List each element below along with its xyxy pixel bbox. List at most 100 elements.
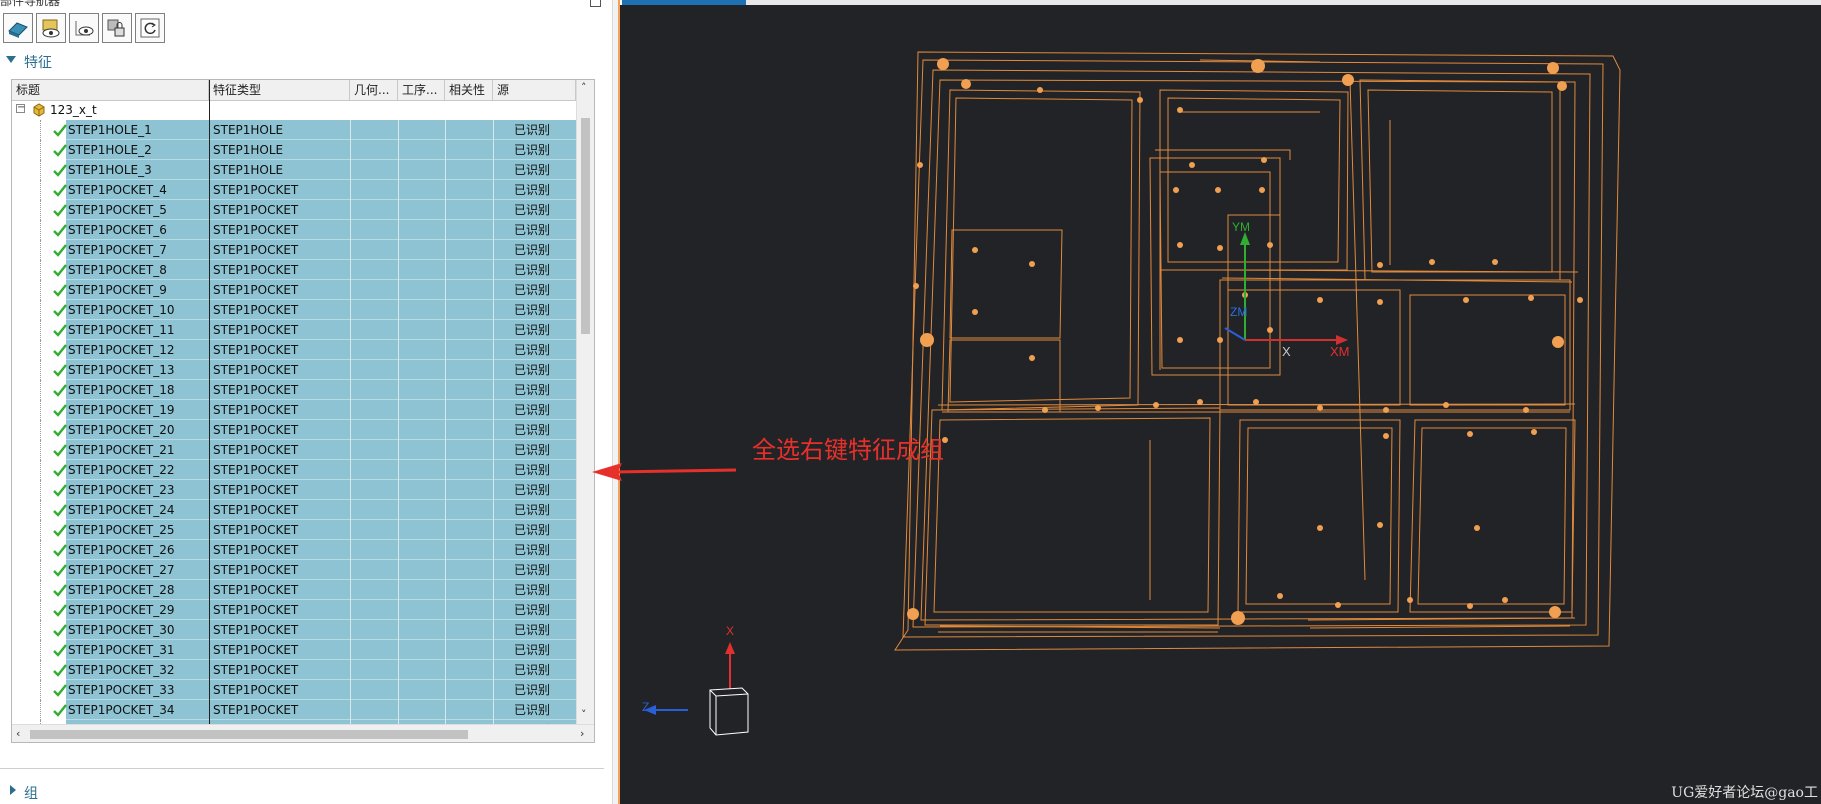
lock-tool-button[interactable] (102, 13, 132, 43)
feature-name: STEP1POCKET_10 (68, 303, 175, 317)
table-row[interactable]: STEP1POCKET_20 STEP1POCKET 已识别 (12, 420, 576, 440)
checkmark-icon (52, 682, 68, 702)
column-header-source[interactable]: 源 (493, 80, 576, 100)
feature-name: STEP1POCKET_9 (68, 283, 167, 297)
feature-source: 已识别 (514, 243, 551, 257)
table-row[interactable]: STEP1POCKET_8 STEP1POCKET 已识别 (12, 260, 576, 280)
feature-source: 已识别 (514, 683, 551, 697)
table-row[interactable]: STEP1POCKET_32 STEP1POCKET 已识别 (12, 660, 576, 680)
table-row[interactable]: STEP1HOLE_2 STEP1HOLE 已识别 (12, 140, 576, 160)
column-header-feature-type[interactable]: 特征类型 (209, 80, 350, 100)
feature-type: STEP1POCKET (213, 263, 299, 277)
feature-tool-button[interactable] (3, 13, 33, 43)
table-row[interactable]: STEP1POCKET_10 STEP1POCKET 已识别 (12, 300, 576, 320)
feature-name: STEP1POCKET_23 (68, 483, 175, 497)
vertical-scroll-thumb[interactable] (581, 118, 590, 334)
annotation-label: 全选右键特征成组 (752, 436, 944, 464)
feature-name: STEP1POCKET_26 (68, 543, 175, 557)
collapse-icon[interactable]: − (16, 103, 25, 113)
checkmark-icon (52, 302, 68, 322)
table-row[interactable]: STEP1POCKET_27 STEP1POCKET 已识别 (12, 560, 576, 580)
feature-source: 已识别 (514, 143, 551, 157)
table-row[interactable]: STEP1POCKET_9 STEP1POCKET 已识别 (12, 280, 576, 300)
checkmark-icon (52, 422, 68, 442)
column-header-title[interactable]: 标题 (12, 80, 209, 100)
show-tool-button[interactable] (69, 13, 99, 43)
refresh-tool-button[interactable] (135, 13, 165, 43)
feature-type: STEP1POCKET (213, 303, 299, 317)
checkmark-icon (52, 122, 68, 142)
feature-type: STEP1POCKET (213, 183, 299, 197)
column-header-relevance[interactable]: 相关性 (445, 80, 493, 100)
panel-maximize-button[interactable] (590, 0, 601, 7)
column-header-geometry[interactable]: 几何... (350, 80, 398, 100)
view-tool-button[interactable] (36, 13, 66, 43)
table-row[interactable]: STEP1POCKET_6 STEP1POCKET 已识别 (12, 220, 576, 240)
checkmark-icon (52, 362, 68, 382)
tree-root-row[interactable]: − 123_x_t (12, 100, 576, 120)
table-row[interactable]: STEP1POCKET_5 STEP1POCKET 已识别 (12, 200, 576, 220)
feature-name: STEP1HOLE_3 (68, 163, 152, 177)
column-header-operation[interactable]: 工序... (398, 80, 445, 100)
table-row[interactable]: STEP1POCKET_26 STEP1POCKET 已识别 (12, 540, 576, 560)
checkmark-icon (52, 262, 68, 282)
group-section-label: 组 (24, 786, 38, 802)
column-divider[interactable] (209, 80, 210, 724)
feature-source: 已识别 (514, 263, 551, 277)
table-row[interactable]: STEP1POCKET_24 STEP1POCKET 已识别 (12, 500, 576, 520)
feature-markers[interactable] (907, 58, 1583, 625)
scroll-down-icon[interactable]: ˅ (581, 708, 587, 721)
feature-type: STEP1POCKET (213, 383, 299, 397)
model-view[interactable] (620, 0, 1821, 804)
table-row[interactable]: STEP1POCKET_25 STEP1POCKET 已识别 (12, 520, 576, 540)
feature-type: STEP1POCKET (213, 363, 299, 377)
table-row[interactable]: STEP1POCKET_28 STEP1POCKET 已识别 (12, 580, 576, 600)
table-row[interactable]: STEP1POCKET_29 STEP1POCKET 已识别 (12, 600, 576, 620)
graphics-viewport[interactable]: ZM YM XM X X Z UG爱好者论坛@gao工 (618, 0, 1821, 804)
feature-source: 已识别 (514, 503, 551, 517)
feature-type: STEP1POCKET (213, 323, 299, 337)
table-row[interactable]: STEP1POCKET_7 STEP1POCKET 已识别 (12, 240, 576, 260)
table-row[interactable]: STEP1POCKET_19 STEP1POCKET 已识别 (12, 400, 576, 420)
feature-type: STEP1POCKET (213, 583, 299, 597)
scroll-right-icon[interactable]: › (580, 727, 584, 740)
wcs-axes (1224, 232, 1348, 345)
table-row[interactable]: STEP1POCKET_34 STEP1POCKET 已识别 (12, 700, 576, 720)
feature-name: STEP1POCKET_24 (68, 503, 175, 517)
checkmark-icon (52, 222, 68, 242)
feature-source: 已识别 (514, 463, 551, 477)
checkmark-icon (52, 402, 68, 422)
feature-type: STEP1POCKET (213, 503, 299, 517)
table-row[interactable]: STEP1POCKET_12 STEP1POCKET 已识别 (12, 340, 576, 360)
table-row[interactable]: STEP1HOLE_1 STEP1HOLE 已识别 (12, 120, 576, 140)
feature-type: STEP1POCKET (213, 603, 299, 617)
table-row[interactable]: STEP1POCKET_11 STEP1POCKET 已识别 (12, 320, 576, 340)
feature-type: STEP1POCKET (213, 463, 299, 477)
table-row[interactable]: STEP1POCKET_33 STEP1POCKET 已识别 (12, 680, 576, 700)
triad-x-label: X (726, 624, 735, 638)
feature-source: 已识别 (514, 443, 551, 457)
scroll-up-icon[interactable]: ˄ (581, 81, 587, 94)
feature-source: 已识别 (514, 643, 551, 657)
scroll-left-icon[interactable]: ‹ (16, 727, 20, 740)
checkmark-icon (52, 602, 68, 622)
feature-source: 已识别 (514, 423, 551, 437)
table-header: 标题 特征类型 几何... 工序... 相关性 源 (12, 80, 576, 101)
vertical-scrollbar[interactable]: ˄ ˅ (576, 80, 594, 724)
features-section-label: 特征 (24, 55, 52, 71)
horizontal-scrollbar[interactable]: ‹ › (12, 724, 594, 742)
table-row[interactable]: STEP1POCKET_31 STEP1POCKET 已识别 (12, 640, 576, 660)
table-row[interactable]: STEP1POCKET_23 STEP1POCKET 已识别 (12, 480, 576, 500)
table-row[interactable]: STEP1POCKET_21 STEP1POCKET 已识别 (12, 440, 576, 460)
table-row[interactable]: STEP1POCKET_30 STEP1POCKET 已识别 (12, 620, 576, 640)
feature-type: STEP1POCKET (213, 623, 299, 637)
horizontal-scroll-thumb[interactable] (30, 730, 468, 739)
table-row[interactable]: STEP1POCKET_22 STEP1POCKET 已识别 (12, 460, 576, 480)
show-icon (75, 21, 94, 36)
table-row[interactable]: STEP1POCKET_13 STEP1POCKET 已识别 (12, 360, 576, 380)
wireframe-model[interactable] (894, 51, 1621, 651)
table-row[interactable]: STEP1HOLE_3 STEP1HOLE 已识别 (12, 160, 576, 180)
table-row[interactable]: STEP1POCKET_4 STEP1POCKET 已识别 (12, 180, 576, 200)
table-row[interactable]: STEP1POCKET_18 STEP1POCKET 已识别 (12, 380, 576, 400)
feature-name: STEP1POCKET_6 (68, 223, 167, 237)
